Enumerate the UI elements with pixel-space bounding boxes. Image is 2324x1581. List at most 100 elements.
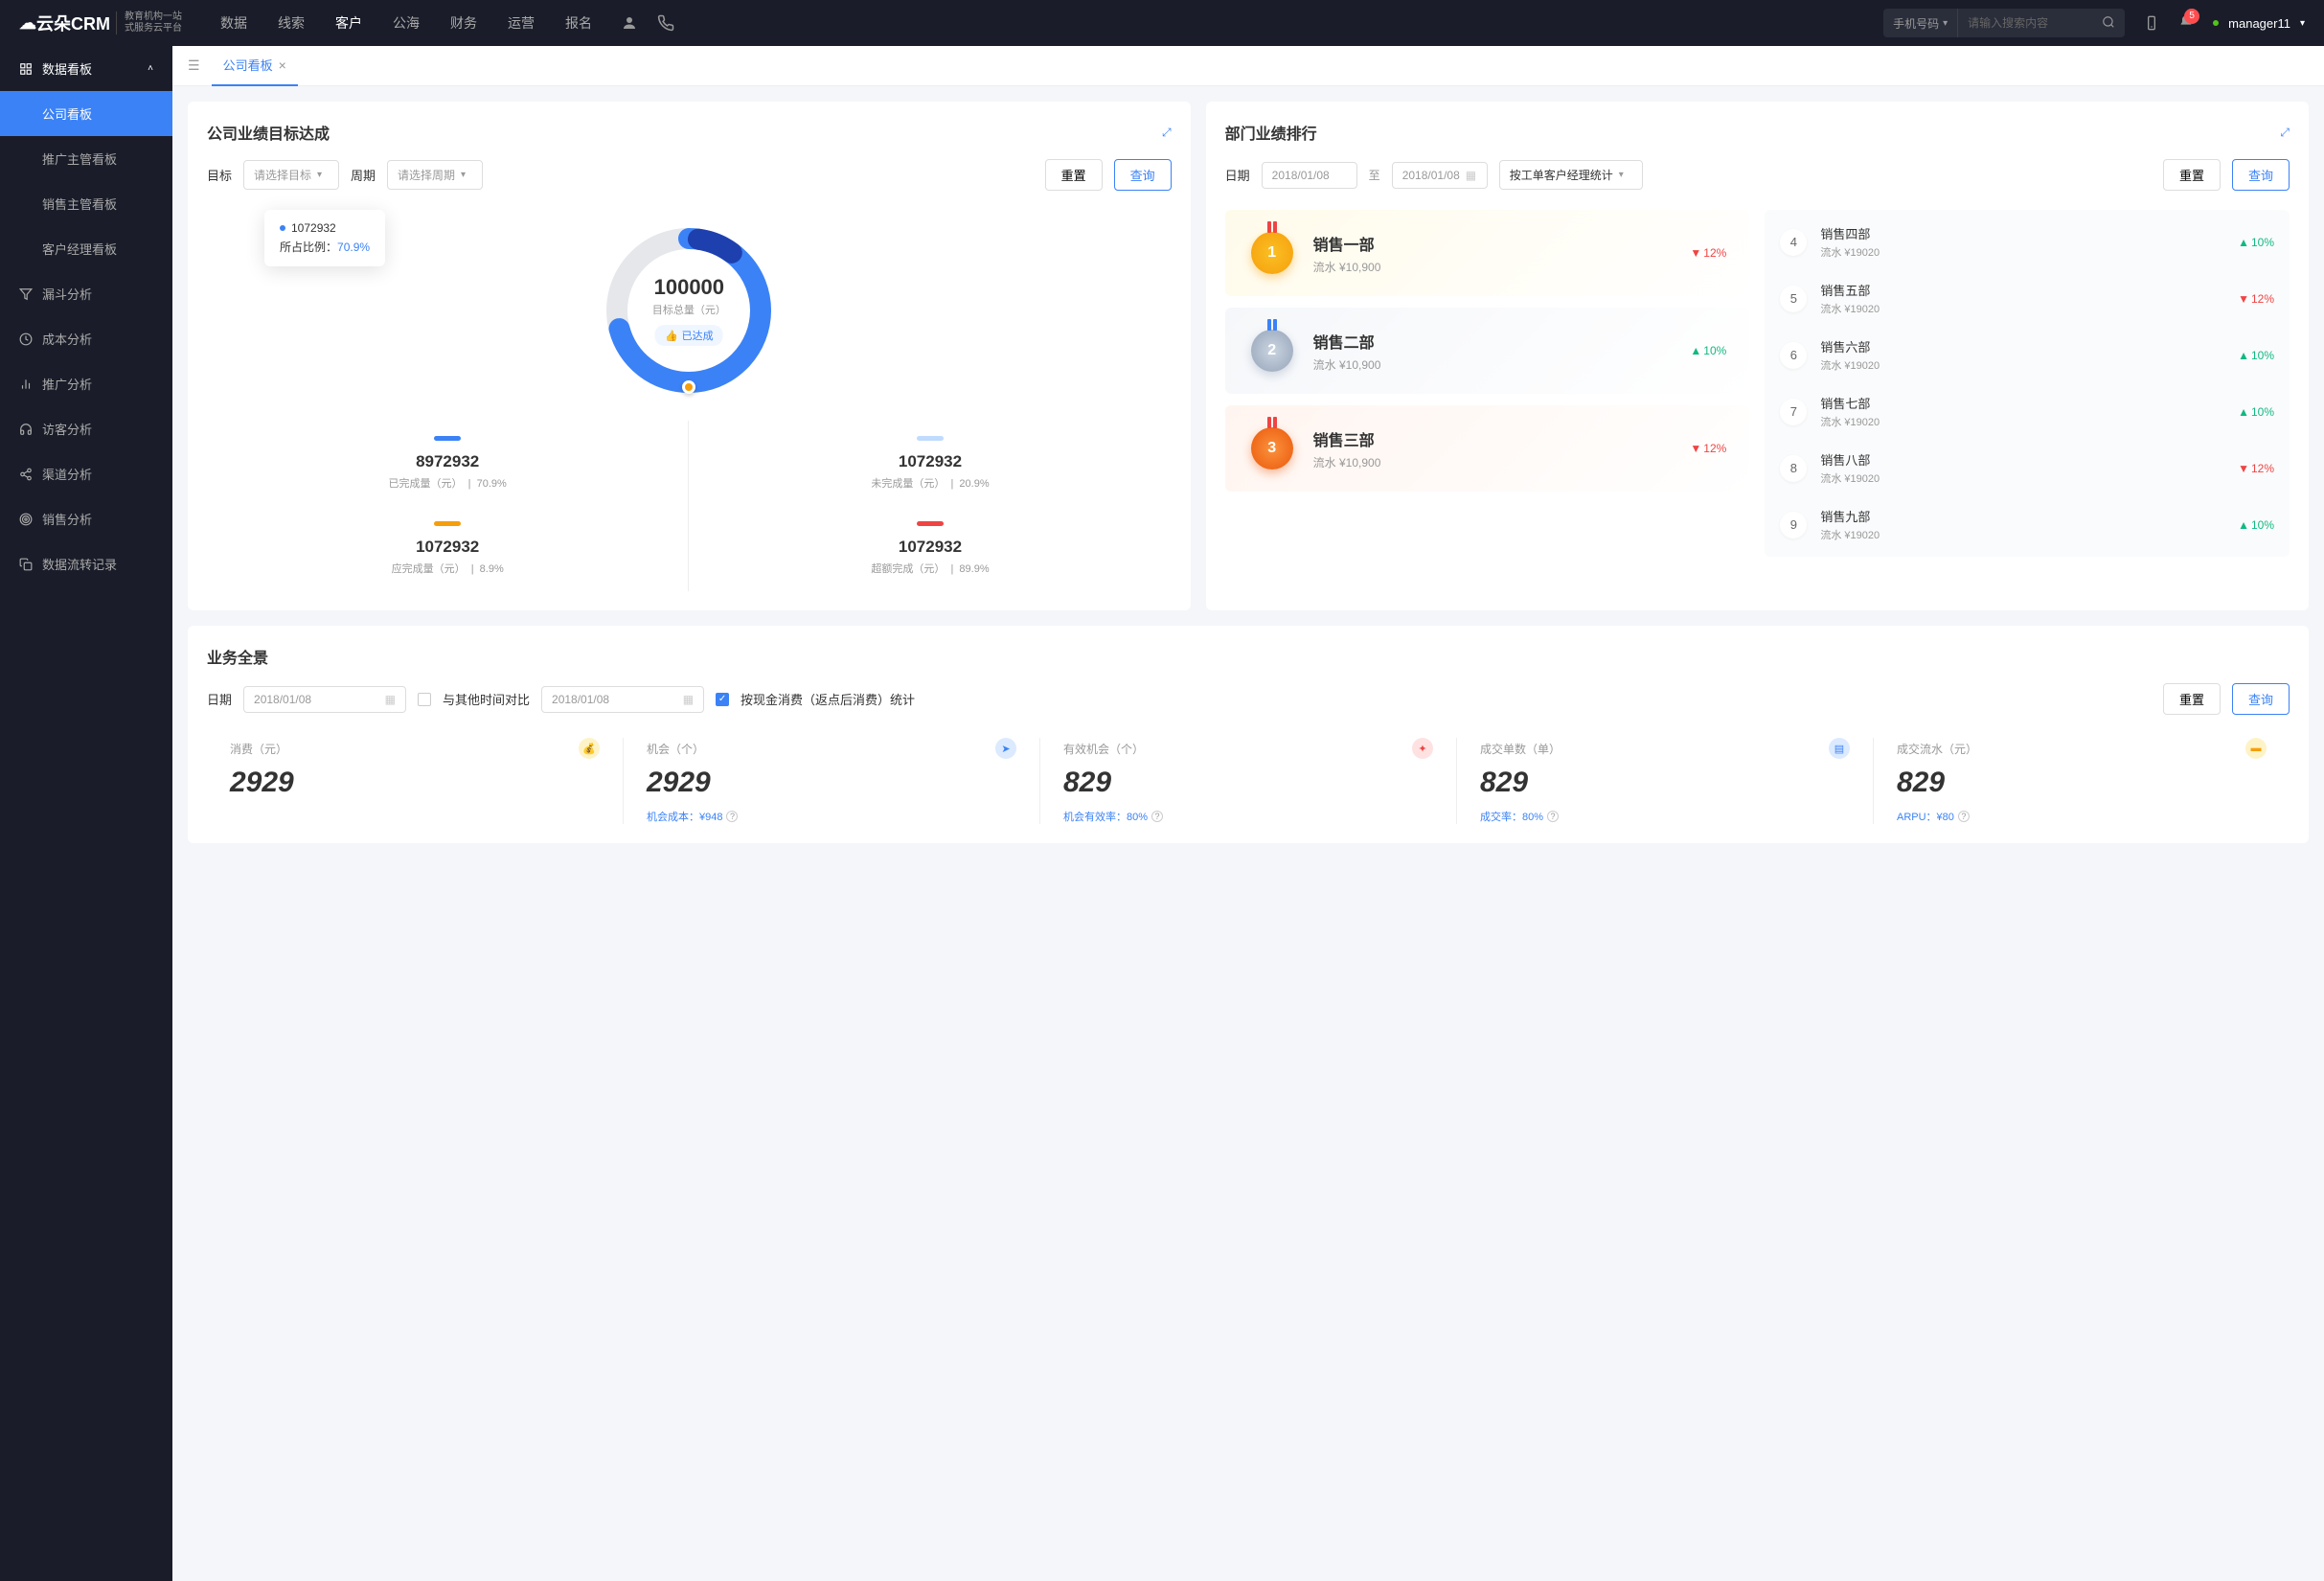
- rank-number: 4: [1780, 229, 1807, 256]
- medal-card[interactable]: 2 销售二部 流水 ¥10,900 ▲ 10%: [1225, 308, 1750, 394]
- expand-icon[interactable]: ⤢: [2280, 126, 2290, 140]
- calendar-icon: ▦: [683, 693, 694, 706]
- target-label: 目标: [207, 166, 232, 184]
- rank-number: 6: [1780, 342, 1807, 369]
- rank-number: 8: [1780, 455, 1807, 482]
- rank-item[interactable]: 8 销售八部 流水 ¥19020 ▼ 12%: [1765, 440, 2290, 496]
- goal-stat: 1072932 应完成量（元） | 8.9%: [207, 506, 689, 591]
- logo-subtitle: 教育机构一站式服务云平台: [116, 11, 182, 34]
- target-select[interactable]: 请选择目标▾: [243, 160, 339, 190]
- medal-icon: 3: [1248, 424, 1296, 472]
- user-icon[interactable]: [621, 14, 638, 32]
- search-input[interactable]: [1958, 16, 2092, 30]
- expand-icon[interactable]: ⤢: [1162, 126, 1172, 140]
- medal-card[interactable]: 1 销售一部 流水 ¥10,900 ▼ 12%: [1225, 210, 1750, 296]
- rank-item[interactable]: 6 销售六部 流水 ¥19020 ▲ 10%: [1765, 327, 2290, 383]
- rank-item[interactable]: 7 销售七部 流水 ¥19020 ▲ 10%: [1765, 383, 2290, 440]
- date-from[interactable]: 2018/01/08: [1262, 162, 1357, 189]
- nav-public[interactable]: 公海: [393, 13, 420, 33]
- notifications[interactable]: 5: [2178, 14, 2194, 33]
- user-menu[interactable]: manager11 ▾: [2213, 16, 2305, 31]
- nav-enroll[interactable]: 报名: [565, 13, 592, 33]
- overview-metric: 成交单数（单） ▤ 829成交率：80% ?: [1456, 738, 1873, 824]
- query-button[interactable]: 查询: [2232, 683, 2290, 715]
- metric-icon: 💰: [579, 738, 600, 759]
- nav-data[interactable]: 数据: [220, 13, 247, 33]
- chevron-down-icon: ▾: [2300, 18, 2305, 29]
- pct-change: ▲ 10%: [2238, 236, 2274, 249]
- sidebar-item-visitor[interactable]: 访客分析: [0, 406, 172, 451]
- sidebar-group-dashboard[interactable]: 数据看板 ˄: [0, 46, 172, 91]
- query-button[interactable]: 查询: [2232, 159, 2290, 191]
- help-icon[interactable]: ?: [1547, 811, 1559, 822]
- main-nav: 数据 线索 客户 公海 财务 运营 报名: [220, 13, 592, 33]
- stat-bar: [434, 521, 461, 526]
- arrow-icon: ▼: [1690, 442, 1701, 455]
- date-to[interactable]: 2018/01/08▦: [1392, 162, 1488, 189]
- nav-leads[interactable]: 线索: [278, 13, 305, 33]
- dept-revenue: 流水 ¥10,900: [1313, 356, 1674, 373]
- overview-date2[interactable]: 2018/01/08▦: [541, 686, 704, 713]
- stat-label: 应完成量（元） | 8.9%: [207, 561, 688, 576]
- date-label: 日期: [207, 690, 232, 708]
- metric-value: 829: [1897, 767, 2267, 799]
- medal-card[interactable]: 3 销售三部 流水 ¥10,900 ▼ 12%: [1225, 405, 1750, 492]
- help-icon[interactable]: ?: [1151, 811, 1163, 822]
- stat-label: 已完成量（元） | 70.9%: [207, 475, 688, 491]
- sidebar-item-account-mgr[interactable]: 客户经理看板: [0, 226, 172, 271]
- pct-change: ▼ 12%: [1690, 442, 1726, 455]
- cash-checkbox[interactable]: ✓: [716, 693, 729, 706]
- reset-button[interactable]: 重置: [1045, 159, 1103, 191]
- rank-item[interactable]: 5 销售五部 流水 ¥19020 ▼ 12%: [1765, 270, 2290, 327]
- overview-metric: 机会（个） ➤ 2929机会成本：¥948 ?: [623, 738, 1039, 824]
- help-icon[interactable]: ?: [1958, 811, 1970, 822]
- sidebar-item-promo[interactable]: 推广分析: [0, 361, 172, 406]
- metric-label: 成交流水（元）: [1897, 741, 1977, 757]
- tab-company-board[interactable]: 公司看板×: [212, 46, 298, 86]
- logo[interactable]: ☁云朵CRM 教育机构一站式服务云平台: [19, 11, 182, 35]
- nav-finance[interactable]: 财务: [450, 13, 477, 33]
- overview-date1[interactable]: 2018/01/08▦: [243, 686, 406, 713]
- dept-revenue: 流水 ¥19020: [1820, 470, 2224, 486]
- metric-icon: ✦: [1412, 738, 1433, 759]
- funnel-icon: [19, 287, 33, 301]
- sidebar-item-company[interactable]: 公司看板: [0, 91, 172, 136]
- menu-toggle[interactable]: ☰: [184, 54, 204, 78]
- gauge-chart: 100000 目标总量（元） 👍已达成: [598, 219, 780, 401]
- nav-ops[interactable]: 运营: [508, 13, 535, 33]
- reset-button[interactable]: 重置: [2163, 159, 2221, 191]
- metric-icon: ➤: [995, 738, 1016, 759]
- sidebar: 数据看板 ˄ 公司看板 推广主管看板 销售主管看板 客户经理看板 漏斗分析 成本…: [0, 46, 172, 1581]
- search-type-select[interactable]: 手机号码▾: [1883, 9, 1958, 37]
- overview-title: 业务全景: [207, 645, 268, 668]
- nav-customers[interactable]: 客户: [335, 13, 362, 33]
- phone-icon[interactable]: [657, 14, 674, 32]
- sidebar-item-sales[interactable]: 销售分析: [0, 496, 172, 541]
- sidebar-item-channel[interactable]: 渠道分析: [0, 451, 172, 496]
- help-icon[interactable]: ?: [726, 811, 738, 822]
- sidebar-item-funnel[interactable]: 漏斗分析: [0, 271, 172, 316]
- arrow-icon: ▲: [1690, 344, 1701, 357]
- mobile-icon[interactable]: [2144, 15, 2159, 31]
- stat-bar: [434, 436, 461, 441]
- compare-checkbox[interactable]: [418, 693, 431, 706]
- sidebar-item-cost[interactable]: 成本分析: [0, 316, 172, 361]
- query-button[interactable]: 查询: [1114, 159, 1172, 191]
- rank-item[interactable]: 9 销售九部 流水 ¥19020 ▲ 10%: [1765, 496, 2290, 553]
- date-label: 日期: [1225, 166, 1250, 184]
- dept-name: 销售二部: [1313, 330, 1674, 353]
- stat-by-select[interactable]: 按工单客户经理统计▾: [1499, 160, 1643, 190]
- search-button[interactable]: [2092, 15, 2125, 32]
- sidebar-item-sales-mgr[interactable]: 销售主管看板: [0, 181, 172, 226]
- goal-title: 公司业绩目标达成: [207, 121, 330, 144]
- metric-label: 机会（个）: [647, 741, 704, 757]
- metric-footer: 机会有效率：80% ?: [1063, 809, 1433, 824]
- period-select[interactable]: 请选择周期▾: [387, 160, 483, 190]
- sidebar-item-promo-mgr[interactable]: 推广主管看板: [0, 136, 172, 181]
- gauge-label: 目标总量（元）: [652, 302, 726, 317]
- rank-item[interactable]: 4 销售四部 流水 ¥19020 ▲ 10%: [1765, 214, 2290, 270]
- sidebar-item-flow[interactable]: 数据流转记录: [0, 541, 172, 586]
- reset-button[interactable]: 重置: [2163, 683, 2221, 715]
- rank-number: 9: [1780, 512, 1807, 538]
- close-icon[interactable]: ×: [279, 57, 286, 73]
